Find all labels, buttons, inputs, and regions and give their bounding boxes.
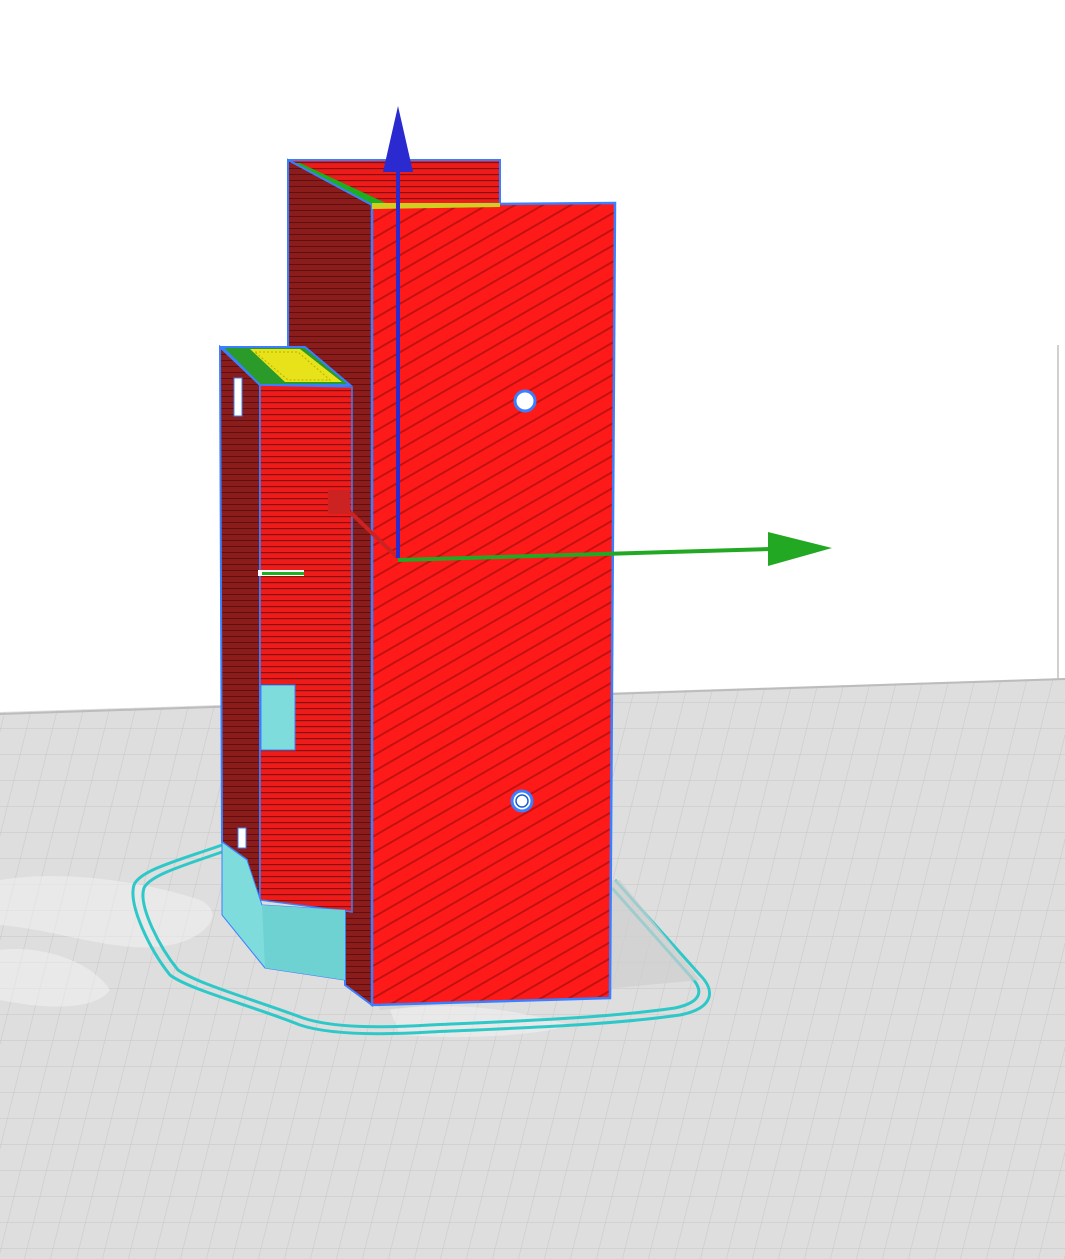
x-axis-handle-cube	[328, 490, 350, 514]
low-block-window-top	[233, 377, 243, 417]
low-block-mid-green	[262, 572, 304, 575]
support-base-front	[262, 905, 345, 980]
low-block-left-face	[218, 344, 261, 902]
tall-block-front-face	[370, 201, 617, 1007]
3d-viewport[interactable]	[0, 0, 1065, 1259]
low-block-front-face	[259, 384, 353, 913]
scene[interactable]	[0, 0, 1065, 1259]
support-window	[260, 684, 296, 751]
screw-hole-bottom	[510, 789, 534, 813]
low-block-window-bottom	[237, 827, 247, 849]
screw-hole-top	[513, 389, 537, 413]
